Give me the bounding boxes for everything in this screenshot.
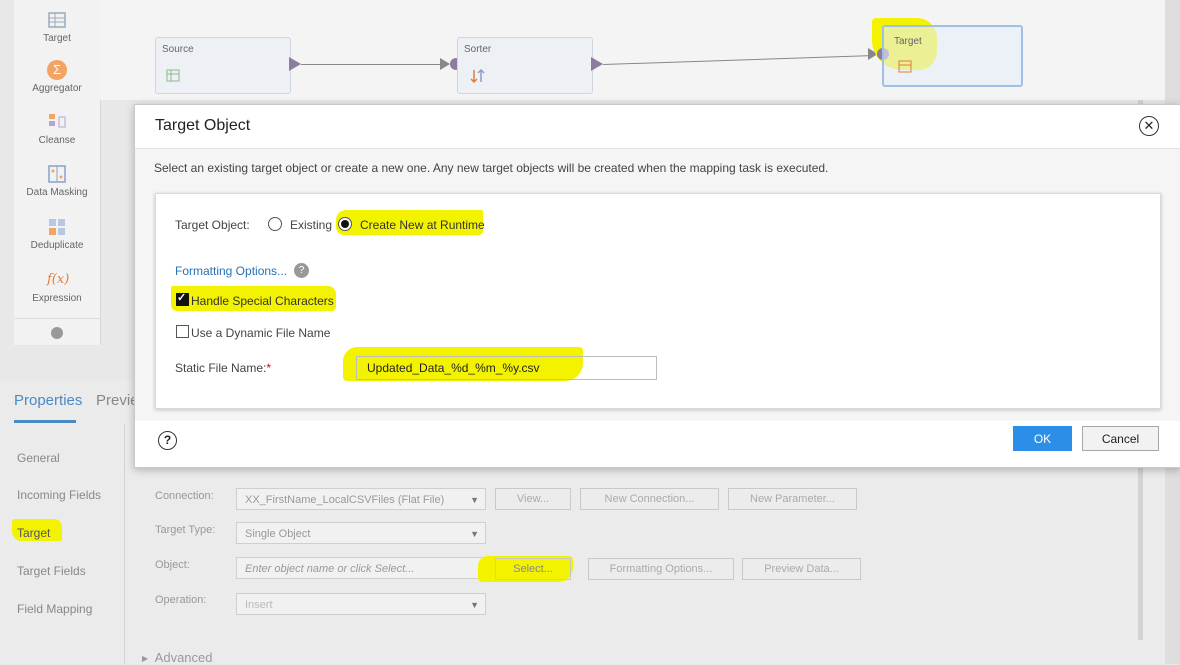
canvas-node-sorter[interactable]: Sorter (457, 37, 593, 94)
target-options-panel: Target Object: Existing Create New at Ru… (155, 193, 1161, 409)
nav-item-general[interactable]: General (17, 451, 60, 465)
handle-special-characters-checkbox[interactable] (176, 291, 189, 306)
palette-label: Target (43, 33, 71, 44)
palette-label: Deduplicate (30, 240, 84, 251)
static-file-name-label: Static File Name:* (175, 361, 271, 375)
ok-button[interactable]: OK (1013, 426, 1072, 451)
source-icon (166, 69, 180, 82)
palette-item-data-masking[interactable]: Data Masking (14, 164, 100, 198)
dialog-description: Select an existing target object or crea… (154, 161, 829, 175)
palette-label: Cleanse (38, 135, 76, 146)
target-type-value: Single Object (245, 528, 311, 540)
input-arrow-icon (440, 58, 450, 70)
output-port-icon[interactable] (289, 57, 301, 71)
chevron-down-icon: ▼ (470, 529, 479, 539)
radio-existing[interactable] (268, 217, 282, 231)
target-icon (47, 10, 67, 30)
radio-create-new[interactable] (338, 217, 352, 231)
handle-special-characters-label[interactable]: Handle Special Characters (191, 294, 334, 308)
preview-data-button[interactable]: Preview Data... (742, 558, 861, 580)
sorter-icon (470, 68, 485, 84)
operation-label: Operation: (155, 594, 207, 606)
properties-nav: General Incoming Fields Target Target Fi… (0, 424, 125, 664)
cancel-button[interactable]: Cancel (1082, 426, 1159, 451)
connection-select[interactable]: XX_FirstName_LocalCSVFiles (Flat File) ▼ (236, 488, 486, 510)
cleanse-icon (47, 112, 67, 132)
caret-right-icon: ▶ (142, 654, 149, 664)
canvas-node-source[interactable]: Source (155, 37, 291, 94)
chevron-down-icon: ▼ (470, 495, 479, 505)
target-type-label: Target Type: (155, 524, 216, 536)
option-create-new-label[interactable]: Create New at Runtime (360, 218, 485, 232)
palette-item-target[interactable]: Target (14, 10, 100, 44)
node-title: Sorter (464, 44, 492, 55)
output-port-icon[interactable] (591, 57, 603, 71)
link-line (301, 64, 441, 65)
dynamic-file-name-label[interactable]: Use a Dynamic File Name (191, 326, 330, 340)
target-node-icon (898, 60, 912, 73)
palette-item-aggregator[interactable]: Σ Aggregator (14, 60, 100, 94)
expression-icon: f(x) (47, 272, 70, 287)
connection-value: XX_FirstName_LocalCSVFiles (Flat File) (245, 494, 445, 506)
new-parameter-button[interactable]: New Parameter... (728, 488, 857, 510)
operation-value: Insert (245, 599, 273, 611)
target-object-label: Target Object: (175, 218, 250, 232)
dialog-body: Select an existing target object or crea… (135, 149, 1180, 421)
palette-more-button[interactable] (14, 318, 100, 346)
select-button[interactable]: Select... (495, 558, 571, 580)
new-connection-button[interactable]: New Connection... (580, 488, 719, 510)
static-file-name-input[interactable]: Updated_Data_%d_%m_%y.csv (356, 356, 657, 380)
view-button[interactable]: View... (495, 488, 571, 510)
advanced-section-toggle[interactable]: ▶ Advanced (142, 650, 213, 665)
formatting-options-link[interactable]: Formatting Options... (175, 264, 287, 278)
palette-item-deduplicate[interactable]: Deduplicate (14, 217, 100, 251)
nav-item-target-fields[interactable]: Target Fields (17, 564, 86, 578)
properties-tabs: Properties Previe (0, 380, 139, 424)
mapping-canvas: Source Sorter Target (100, 0, 1165, 100)
tab-preview[interactable]: Previe (96, 392, 139, 409)
target-type-select[interactable]: Single Object ▼ (236, 522, 486, 544)
operation-select[interactable]: Insert ▼ (236, 593, 486, 615)
palette-label: Aggregator (32, 83, 82, 94)
dialog-title: Target Object (155, 117, 251, 134)
required-marker: * (266, 361, 272, 375)
object-label: Object: (155, 559, 190, 571)
dynamic-file-name-checkbox[interactable] (176, 325, 189, 338)
transformation-palette: Target Σ Aggregator Cleanse Data Masking… (14, 0, 101, 345)
help-icon[interactable]: ? (294, 263, 309, 278)
node-title: Target (894, 36, 922, 47)
option-existing-label[interactable]: Existing (290, 218, 332, 232)
link-line (602, 55, 871, 65)
palette-item-expression[interactable]: f(x) Expression (14, 270, 100, 304)
advanced-label: Advanced (154, 650, 213, 665)
object-input[interactable]: Enter object name or click Select... (236, 557, 486, 579)
palette-label: Expression (32, 293, 82, 304)
palette-item-cleanse[interactable]: Cleanse (14, 112, 100, 146)
canvas-node-target[interactable]: Target (882, 25, 1023, 87)
object-placeholder: Enter object name or click Select... (245, 563, 415, 575)
aggregator-icon: Σ (47, 60, 67, 80)
deduplicate-icon (47, 217, 67, 237)
chevron-down-icon: ▼ (470, 600, 479, 610)
help-icon[interactable]: ? (158, 431, 177, 450)
nav-item-field-mapping[interactable]: Field Mapping (17, 602, 92, 616)
nav-item-incoming-fields[interactable]: Incoming Fields (17, 488, 101, 502)
palette-label: Data Masking (26, 187, 88, 198)
connection-label: Connection: (155, 490, 214, 502)
data-masking-icon (47, 164, 67, 184)
target-object-dialog: Target Object ✕ Select an existing targe… (134, 104, 1180, 468)
node-title: Source (162, 44, 194, 55)
more-icon (51, 327, 63, 339)
tab-properties[interactable]: Properties (14, 392, 82, 409)
formatting-options-button[interactable]: Formatting Options... (588, 558, 734, 580)
nav-item-target[interactable]: Target (17, 526, 50, 540)
close-icon[interactable]: ✕ (1139, 116, 1159, 136)
active-tab-indicator (14, 420, 76, 423)
static-file-name-label-text: Static File Name: (175, 361, 267, 375)
static-file-name-value: Updated_Data_%d_%m_%y.csv (367, 361, 540, 375)
